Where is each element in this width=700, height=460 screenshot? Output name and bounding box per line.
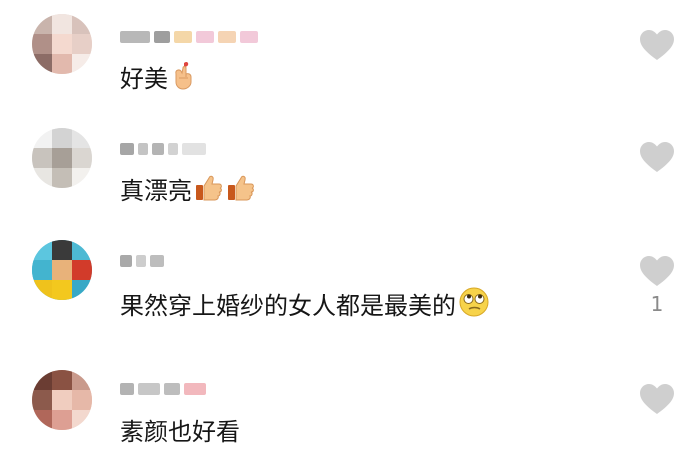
heart-icon[interactable] <box>638 140 676 174</box>
avatar[interactable] <box>32 14 92 74</box>
comment-item: 果然穿上婚纱的女人都是最美的 1 <box>0 230 700 340</box>
comment-text: 素颜也好看 <box>120 418 240 446</box>
heart-icon[interactable] <box>638 254 676 288</box>
like-count: 1 <box>650 292 664 316</box>
rolling-eyes-emoji <box>458 286 490 326</box>
username-redacted[interactable] <box>120 250 164 272</box>
username-redacted[interactable] <box>120 378 206 400</box>
avatar-image <box>32 370 92 430</box>
username-redacted[interactable] <box>120 138 206 160</box>
avatar-image <box>32 128 92 188</box>
avatar[interactable] <box>32 128 92 188</box>
comment-text: 好美 <box>120 60 198 98</box>
avatar[interactable] <box>32 240 92 300</box>
comment-item: 好美 <box>0 0 700 110</box>
comment-text: 果然穿上婚纱的女人都是最美的 <box>120 286 490 326</box>
avatar-image <box>32 240 92 300</box>
username-redacted[interactable] <box>120 26 258 48</box>
avatar[interactable] <box>32 370 92 430</box>
finger-heart-emoji <box>170 60 198 98</box>
heart-icon[interactable] <box>638 382 676 416</box>
thumbs-up-emoji <box>226 172 256 210</box>
comment-item: 真漂亮 <box>0 118 700 228</box>
thumbs-up-emoji <box>194 172 224 210</box>
comment-item: 素颜也好看 <box>0 350 700 460</box>
comment-text: 真漂亮 <box>120 172 256 210</box>
avatar-image <box>32 14 92 74</box>
heart-icon[interactable] <box>638 28 676 62</box>
